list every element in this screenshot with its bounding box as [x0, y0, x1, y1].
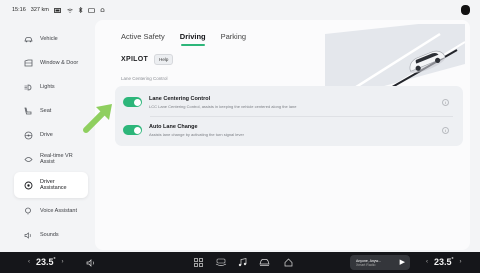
sidebar-item-label: Seat: [40, 108, 52, 114]
lane-centering-toggle[interactable]: [123, 97, 142, 107]
play-icon[interactable]: ▶: [400, 258, 405, 266]
bluetooth-icon: [78, 7, 83, 13]
sidebar-item-label: Drive: [40, 132, 53, 138]
range-readout: 327 km: [30, 7, 49, 13]
tab-bar: Active Safety Driving Parking: [121, 32, 261, 46]
media-title: Anyone, Anyw...: [356, 258, 381, 263]
status-bar: 15:16 327 km: [0, 0, 480, 20]
sidebar-item-vehicle[interactable]: Vehicle: [14, 28, 88, 50]
sidebar-item-label: Driver Assistance: [40, 179, 67, 191]
seat-icon: [22, 105, 34, 117]
temperature-unit: °: [53, 257, 56, 263]
sidebar-item-sounds[interactable]: Sounds: [14, 224, 88, 246]
setting-description: Assists lane change by activating the tu…: [149, 131, 244, 137]
right-climate[interactable]: ‹ 23.5° ›: [420, 257, 468, 267]
apps-icon[interactable]: [192, 256, 205, 269]
sidebar-item-label: Vehicle: [40, 36, 58, 42]
chevron-left-icon[interactable]: ‹: [28, 259, 30, 265]
camera-360-icon[interactable]: [214, 256, 227, 269]
setting-row-auto-lane-change[interactable]: Auto Lane Change Assists lane change by …: [123, 117, 455, 143]
chevron-right-icon[interactable]: ›: [460, 259, 462, 265]
chevron-left-icon[interactable]: ‹: [426, 259, 428, 265]
sidebar-item-voice-assistant[interactable]: Voice Assistant: [14, 200, 88, 222]
assist-icon: [22, 179, 34, 191]
sidebar-item-window-door[interactable]: Window & Door: [14, 52, 88, 74]
media-player[interactable]: Anyone, Anyw... Xmart Radio ▶: [350, 255, 410, 270]
wifi-icon: [67, 8, 73, 13]
info-icon[interactable]: i: [442, 126, 449, 134]
pointer-arrow-icon: [83, 104, 112, 133]
section-label: Lane Centering Control: [121, 76, 168, 81]
lights-icon: [22, 81, 34, 93]
speaker-icon: [22, 229, 34, 241]
left-temperature: 23.5: [36, 257, 54, 267]
sidebar-item-label: Sounds: [40, 232, 59, 238]
voice-icon: [22, 205, 34, 217]
xpilot-header: XPILOT Help: [121, 54, 174, 65]
tab-active-safety[interactable]: Active Safety: [121, 32, 165, 45]
settings-panel: Active Safety Driving Parking XPILOT Hel…: [95, 20, 470, 250]
sidebar-item-seat[interactable]: Seat: [14, 100, 88, 122]
vr-icon: [22, 153, 34, 165]
tab-parking[interactable]: Parking: [221, 32, 246, 45]
setting-name: Auto Lane Change: [149, 123, 198, 130]
sidebar-item-lights[interactable]: Lights: [14, 76, 88, 98]
bottom-dock: ‹ 23.5° › Anyone, Anyw... Xmart Radio ▶ …: [0, 252, 480, 273]
left-climate[interactable]: ‹ 23.5° ›: [22, 257, 70, 267]
lane-settings-card: Lane Centering Control LCC Lane Centerin…: [115, 86, 463, 146]
setting-name: Lane Centering Control: [149, 95, 211, 102]
battery-icon: [53, 7, 62, 13]
setting-description: LCC Lane Centering Control, assists in k…: [149, 103, 297, 109]
help-button[interactable]: Help: [154, 54, 174, 65]
profile-avatar[interactable]: [461, 5, 470, 15]
tab-driving[interactable]: Driving: [180, 32, 206, 46]
home-icon[interactable]: [282, 256, 295, 269]
sidebar-item-label: Window & Door: [40, 60, 79, 66]
sidebar-item-label: Voice Assistant: [40, 208, 77, 214]
auto-lane-change-toggle[interactable]: [123, 125, 142, 135]
xpilot-title: XPILOT: [121, 56, 149, 63]
sidebar-item-label: Lights: [40, 84, 55, 90]
notification-icon[interactable]: [100, 7, 105, 13]
sidebar-item-vr-assist[interactable]: Real-time VR Assist: [14, 148, 88, 170]
media-source: Xmart Radio: [356, 262, 376, 267]
right-temperature: 23.5: [434, 257, 452, 267]
clock: 15:16: [12, 7, 26, 13]
setting-row-lane-centering[interactable]: Lane Centering Control LCC Lane Centerin…: [123, 89, 455, 115]
fan-icon[interactable]: [84, 256, 97, 269]
car-icon: [22, 33, 34, 45]
sidebar-item-label: Real-time VR Assist: [40, 153, 73, 165]
info-icon[interactable]: i: [442, 98, 449, 106]
window-icon: [22, 57, 34, 69]
cellular-icon: [88, 7, 95, 13]
car-illustration: [325, 24, 465, 94]
chevron-right-icon[interactable]: ›: [62, 259, 64, 265]
sidebar: Vehicle Window & Door Lights Seat Drive …: [14, 28, 88, 242]
music-icon[interactable]: [236, 256, 249, 269]
sidebar-item-driver-assistance[interactable]: Driver Assistance: [14, 172, 88, 198]
car-icon[interactable]: [258, 256, 271, 269]
steering-icon: [22, 129, 34, 141]
temperature-unit: °: [451, 257, 454, 263]
sidebar-item-drive[interactable]: Drive: [14, 124, 88, 146]
